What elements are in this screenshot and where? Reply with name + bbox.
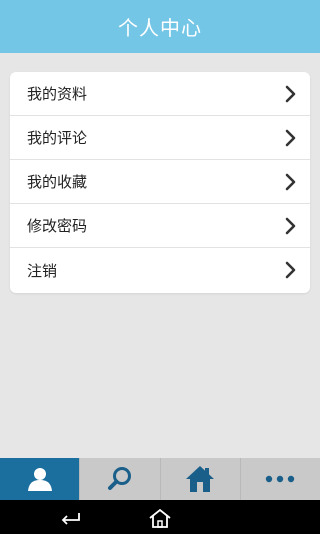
chevron-right-icon: [285, 85, 296, 102]
system-home-button[interactable]: [148, 508, 172, 528]
user-icon: [27, 468, 52, 491]
chevron-right-icon: [285, 261, 296, 279]
menu-item-label: 修改密码: [27, 217, 88, 235]
menu-item-profile[interactable]: 我的资料: [10, 72, 310, 116]
tab-more[interactable]: [239, 458, 320, 500]
menu-item-label: 注销: [27, 261, 58, 280]
header-bar: 个人中心: [0, 0, 320, 53]
menu-item-change-password[interactable]: 修改密码: [10, 204, 310, 248]
tab-profile[interactable]: [0, 458, 80, 500]
menu-list: 我的资料 我的评论 我的收藏 修改密码 注销: [10, 72, 310, 293]
chevron-right-icon: [285, 129, 296, 146]
page-title: 个人中心: [118, 16, 202, 40]
bottom-tab-bar: [0, 458, 320, 500]
search-icon: [107, 467, 131, 490]
more-icon: [266, 475, 295, 483]
menu-item-label: 我的评论: [27, 129, 88, 147]
chevron-right-icon: [285, 173, 296, 190]
home-icon: [149, 508, 171, 528]
system-back-button[interactable]: [58, 509, 82, 525]
home-icon: [186, 466, 215, 492]
back-icon: [61, 513, 80, 525]
chevron-right-icon: [285, 217, 296, 234]
menu-item-comments[interactable]: 我的评论: [10, 116, 310, 160]
system-navigation-bar: [0, 500, 320, 534]
menu-item-favorites[interactable]: 我的收藏: [10, 160, 310, 204]
tab-search[interactable]: [79, 458, 159, 500]
tab-home[interactable]: [159, 458, 240, 500]
menu-item-label: 我的资料: [27, 85, 88, 103]
menu-item-logout[interactable]: 注销: [10, 248, 310, 292]
menu-item-label: 我的收藏: [27, 173, 88, 191]
